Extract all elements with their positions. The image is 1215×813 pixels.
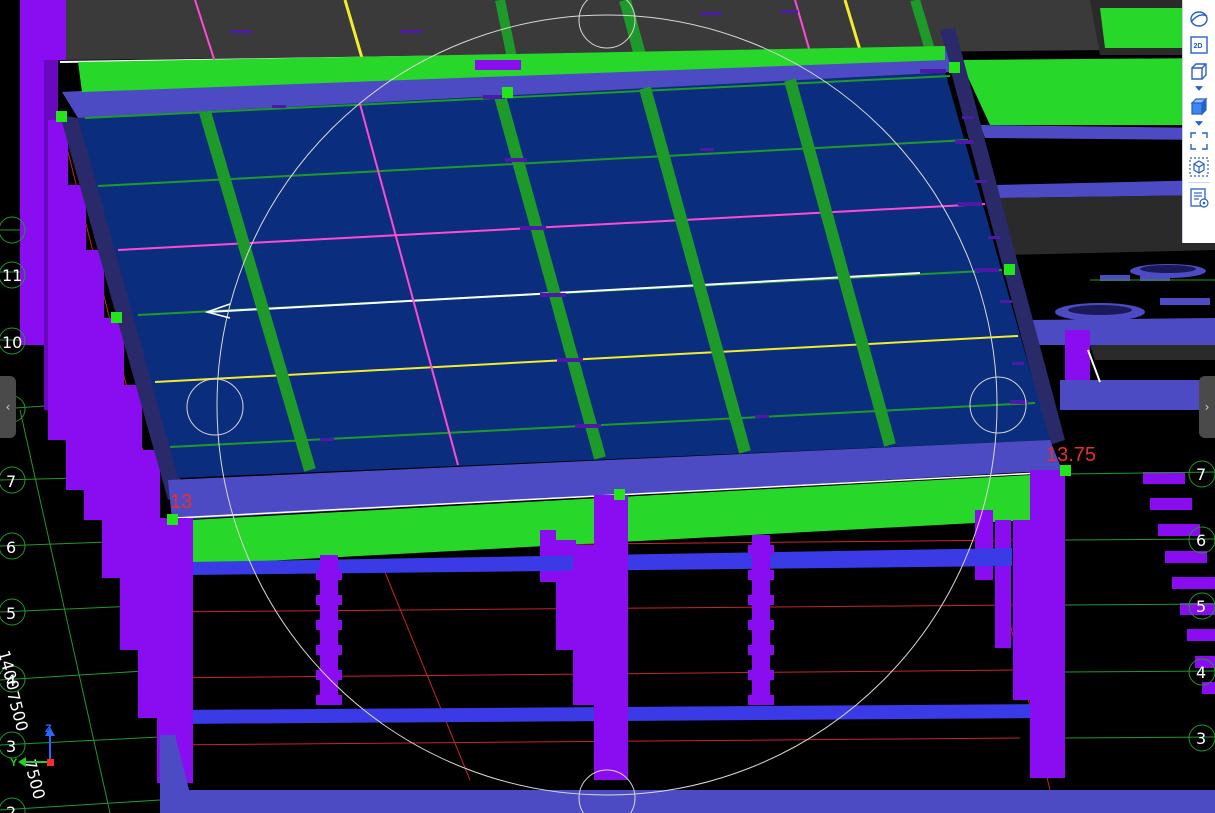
left-panel-toggle[interactable]: ‹ bbox=[0, 376, 16, 438]
axis-label: 6 bbox=[6, 538, 16, 557]
3d-viewport[interactable]: 13 13.75 11 10 7 6 5 4 3 2 1400 7500 750… bbox=[0, 0, 1215, 813]
fit-screen-icon bbox=[1190, 132, 1208, 150]
axis-label: 6 bbox=[1196, 531, 1206, 550]
right-panel-toggle[interactable]: › bbox=[1199, 376, 1215, 438]
elevation-label-right: 13.75 bbox=[1046, 444, 1096, 466]
solid-view-button[interactable] bbox=[1186, 94, 1212, 118]
dimension-label: 1400 bbox=[0, 648, 23, 692]
select-box-button[interactable] bbox=[1186, 155, 1212, 179]
dimension-label: 7500 bbox=[3, 689, 32, 733]
axis-label: 10 bbox=[2, 333, 22, 352]
z-axis-label: Z bbox=[45, 723, 52, 735]
select-box-icon bbox=[1189, 157, 1209, 177]
axis-label: 3 bbox=[1196, 729, 1206, 748]
toolbar-separator bbox=[1188, 182, 1210, 183]
fit-screen-button[interactable] bbox=[1186, 129, 1212, 153]
axis-label: 7 bbox=[1196, 465, 1206, 484]
axis-label: 2 bbox=[6, 803, 16, 813]
orbit-button[interactable] bbox=[1186, 7, 1212, 31]
axis-label: 3 bbox=[6, 737, 16, 756]
svg-text:2D: 2D bbox=[1194, 43, 1203, 50]
orbit-icon bbox=[1190, 11, 1208, 27]
under-slab-structure bbox=[157, 470, 1215, 813]
y-axis-label: Y bbox=[10, 757, 18, 769]
chevron-down-icon bbox=[1195, 86, 1203, 91]
axis-label: 11 bbox=[2, 266, 22, 285]
properties-button[interactable] bbox=[1186, 186, 1212, 210]
elevation-label-left: 13 bbox=[170, 491, 192, 513]
right-stair-elements bbox=[1143, 472, 1215, 694]
properties-icon bbox=[1190, 188, 1209, 208]
3d-view-icon bbox=[1191, 63, 1207, 80]
2d-view-icon: 2D bbox=[1190, 36, 1208, 54]
view-toolbar: 2D bbox=[1182, 0, 1215, 243]
axis-label: 5 bbox=[1196, 597, 1206, 616]
chevron-down-icon bbox=[1195, 121, 1203, 126]
3d-view-button[interactable] bbox=[1186, 59, 1212, 83]
3d-view-dropdown[interactable] bbox=[1186, 84, 1212, 93]
solid-view-icon bbox=[1190, 97, 1208, 116]
solid-view-dropdown[interactable] bbox=[1186, 119, 1212, 128]
axis-label: 7 bbox=[6, 472, 16, 491]
chevron-left-icon: ‹ bbox=[5, 400, 11, 414]
roof-slab[interactable] bbox=[60, 28, 1065, 520]
2d-view-button[interactable]: 2D bbox=[1186, 33, 1212, 57]
axis-label: 5 bbox=[6, 604, 16, 623]
chevron-right-icon: › bbox=[1204, 400, 1210, 414]
axis-label: 4 bbox=[1196, 663, 1206, 682]
